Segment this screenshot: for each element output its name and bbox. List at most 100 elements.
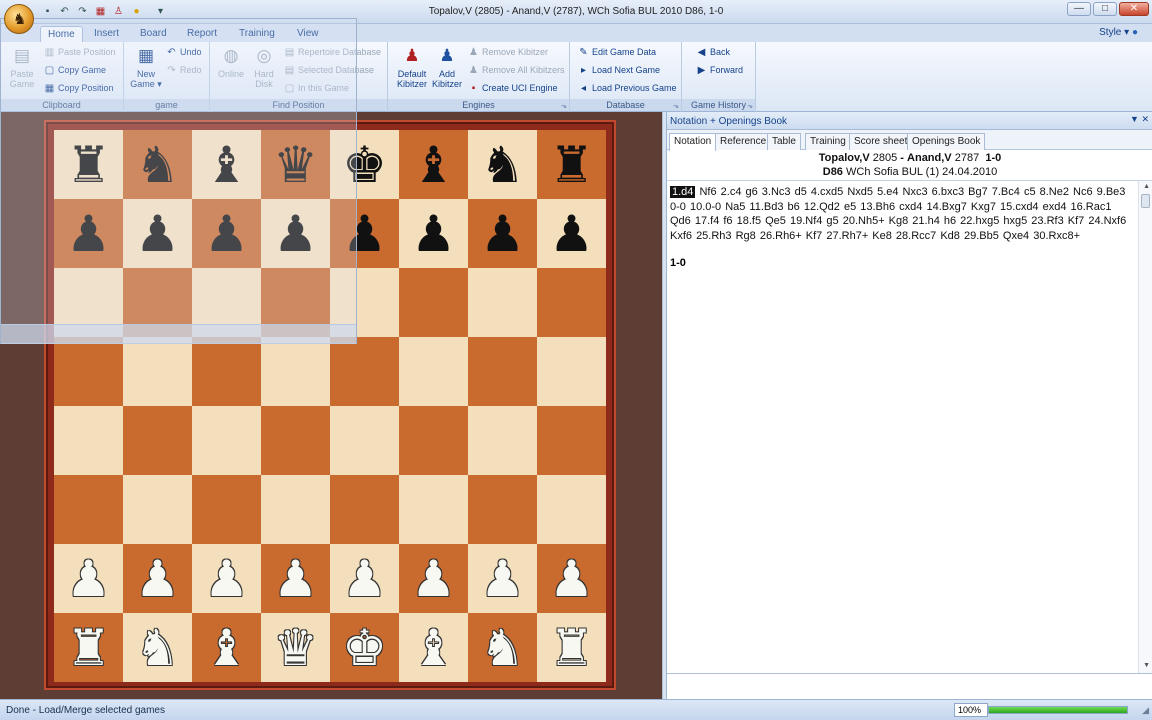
notation-scrollbar[interactable] (1138, 181, 1152, 673)
square-f6[interactable] (399, 268, 468, 337)
square-d4[interactable] (261, 406, 330, 475)
square-f4[interactable] (399, 406, 468, 475)
square-e4[interactable] (330, 406, 399, 475)
save-icon[interactable]: ▪ (41, 5, 54, 18)
black-piece[interactable]: ♟ (411, 209, 456, 259)
square-a5[interactable] (54, 337, 123, 406)
maximize-button[interactable]: □ (1093, 2, 1117, 16)
minimize-button[interactable]: — (1067, 2, 1091, 16)
white-piece[interactable]: ♝ (204, 623, 249, 673)
square-a1[interactable]: ♜ (54, 613, 123, 682)
square-g1[interactable]: ♞ (468, 613, 537, 682)
square-b5[interactable] (123, 337, 192, 406)
square-f8[interactable]: ♝ (399, 130, 468, 199)
tab-notation[interactable]: Notation (669, 133, 717, 151)
edit-game-data-button[interactable]: ✎ Edit Game Data (578, 47, 656, 58)
resize-grip-icon[interactable]: ◢ (1142, 705, 1149, 716)
default-kibitzer-button[interactable]: ♟ Default Kibitzer (392, 45, 432, 89)
close-button[interactable]: ✕ (1119, 2, 1149, 16)
square-b4[interactable] (123, 406, 192, 475)
scroll-down-icon[interactable]: ▼ (1143, 662, 1150, 669)
white-piece[interactable]: ♜ (549, 623, 594, 673)
white-piece[interactable]: ♟ (549, 554, 594, 604)
square-h8[interactable]: ♜ (537, 130, 606, 199)
tab-table[interactable]: Table (767, 133, 801, 150)
black-piece[interactable]: ♟ (480, 209, 525, 259)
load-previous-game-button[interactable]: ◂ Load Previous Game (578, 83, 677, 94)
white-piece[interactable]: ♟ (411, 554, 456, 604)
square-e3[interactable] (330, 475, 399, 544)
tab-reference[interactable]: Reference (715, 133, 772, 150)
square-a4[interactable] (54, 406, 123, 475)
remove-kibitzer-button[interactable]: ♟ Remove Kibitzer (468, 47, 548, 58)
square-c4[interactable] (192, 406, 261, 475)
white-piece[interactable]: ♟ (273, 554, 318, 604)
square-h1[interactable]: ♜ (537, 613, 606, 682)
white-piece[interactable]: ♟ (135, 554, 180, 604)
square-b2[interactable]: ♟ (123, 544, 192, 613)
square-g7[interactable]: ♟ (468, 199, 537, 268)
black-piece[interactable]: ♜ (549, 140, 594, 190)
tab-score-sheet[interactable]: Score sheet (849, 133, 913, 150)
square-a3[interactable] (54, 475, 123, 544)
square-f5[interactable] (399, 337, 468, 406)
square-h5[interactable] (537, 337, 606, 406)
square-e1[interactable]: ♚ (330, 613, 399, 682)
square-h6[interactable] (537, 268, 606, 337)
tab-openings-book[interactable]: Openings Book (907, 133, 986, 150)
help-icon[interactable]: ● (1132, 27, 1138, 38)
white-piece[interactable]: ♚ (342, 623, 387, 673)
redo-qat-icon[interactable]: ↷ (76, 5, 89, 18)
scroll-thumb[interactable] (1141, 194, 1150, 208)
square-h3[interactable] (537, 475, 606, 544)
white-piece[interactable]: ♛ (273, 623, 318, 673)
square-c5[interactable] (192, 337, 261, 406)
white-piece[interactable]: ♟ (66, 554, 111, 604)
white-piece[interactable]: ♟ (480, 554, 525, 604)
board-qat-icon[interactable]: ▦ (94, 5, 107, 18)
game-history-launcher-icon[interactable]: ⬎ (747, 102, 753, 110)
engines-launcher-icon[interactable]: ⬎ (561, 102, 567, 110)
square-b3[interactable] (123, 475, 192, 544)
current-move[interactable]: 1.d4 (670, 186, 696, 198)
square-f2[interactable]: ♟ (399, 544, 468, 613)
square-h2[interactable]: ♟ (537, 544, 606, 613)
white-piece[interactable]: ♝ (411, 623, 456, 673)
square-d5[interactable] (261, 337, 330, 406)
square-g4[interactable] (468, 406, 537, 475)
load-next-game-button[interactable]: ▸ Load Next Game (578, 65, 660, 76)
square-d2[interactable]: ♟ (261, 544, 330, 613)
square-b1[interactable]: ♞ (123, 613, 192, 682)
engine-qat-icon[interactable]: ♙ (112, 5, 125, 18)
square-h4[interactable] (537, 406, 606, 475)
white-piece[interactable]: ♜ (66, 623, 111, 673)
square-c1[interactable]: ♝ (192, 613, 261, 682)
white-piece[interactable]: ♟ (342, 554, 387, 604)
back-button[interactable]: ◀ Back (696, 47, 730, 58)
black-piece[interactable]: ♟ (549, 209, 594, 259)
tab-training-pane[interactable]: Training (805, 133, 851, 150)
square-g8[interactable]: ♞ (468, 130, 537, 199)
square-f3[interactable] (399, 475, 468, 544)
black-piece[interactable]: ♝ (411, 140, 456, 190)
square-g2[interactable]: ♟ (468, 544, 537, 613)
pane-options-icon[interactable]: ▼ ✕ (1130, 114, 1149, 125)
white-piece[interactable]: ♞ (135, 623, 180, 673)
square-e2[interactable]: ♟ (330, 544, 399, 613)
white-piece[interactable]: ♞ (480, 623, 525, 673)
square-g5[interactable] (468, 337, 537, 406)
square-h7[interactable]: ♟ (537, 199, 606, 268)
zoom-level[interactable]: 100% (954, 703, 988, 717)
square-g3[interactable] (468, 475, 537, 544)
square-d3[interactable] (261, 475, 330, 544)
square-c3[interactable] (192, 475, 261, 544)
style-menu[interactable]: Style ▾ ● (1099, 27, 1138, 38)
square-f1[interactable]: ♝ (399, 613, 468, 682)
create-uci-engine-button[interactable]: ▪ Create UCI Engine (468, 83, 558, 94)
scroll-up-icon[interactable]: ▲ (1143, 183, 1150, 190)
square-c2[interactable]: ♟ (192, 544, 261, 613)
square-g6[interactable] (468, 268, 537, 337)
lightbulb-qat-icon[interactable]: ● (130, 5, 143, 18)
database-launcher-icon[interactable]: ⬎ (673, 102, 679, 110)
add-kibitzer-button[interactable]: ♟ Add Kibitzer (428, 45, 466, 89)
